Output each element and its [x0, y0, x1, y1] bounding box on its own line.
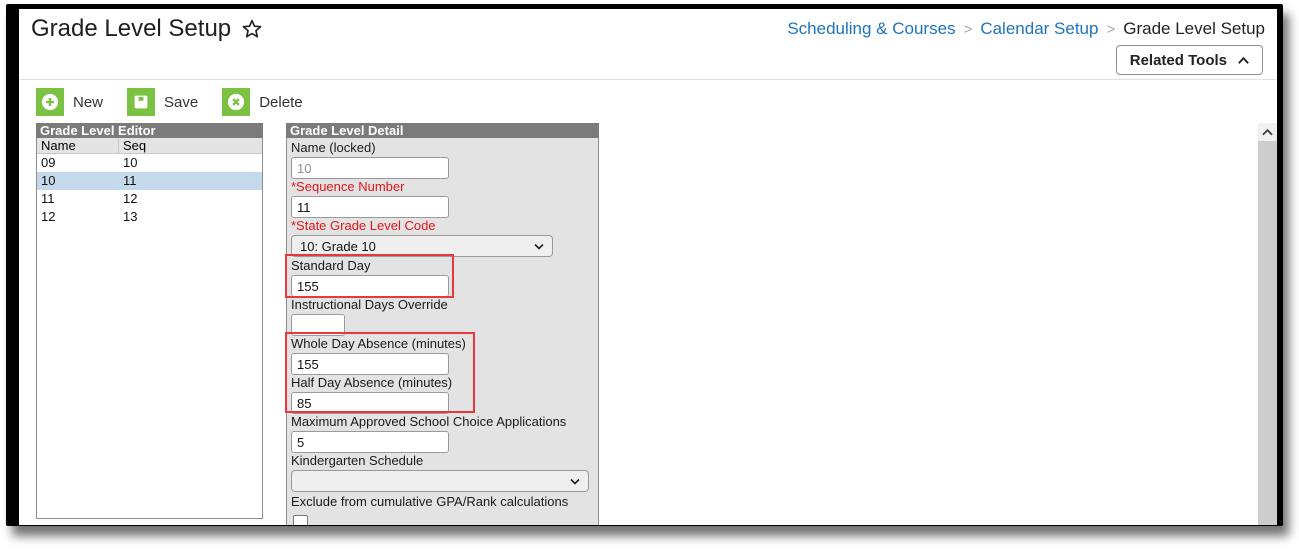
half-day-absence-input[interactable]: [291, 392, 449, 414]
editor-title: Grade Level Editor: [36, 123, 263, 138]
exclude-gpa-label: Exclude from cumulative GPA/Rank calcula…: [291, 494, 569, 509]
cell-name: 09: [41, 155, 56, 170]
chevron-up-icon: [1262, 128, 1273, 136]
sequence-number-label: *Sequence Number: [291, 179, 405, 194]
vertical-scrollbar[interactable]: [1258, 123, 1277, 525]
instructional-days-override-input[interactable]: [291, 314, 345, 336]
chevron-down-icon: [570, 478, 580, 485]
chevron-up-icon: [1238, 56, 1249, 64]
cell-seq: 13: [123, 209, 138, 224]
standard-day-input[interactable]: [291, 275, 449, 297]
cell-name: 10: [41, 173, 56, 188]
page-title: Grade Level Setup: [31, 15, 263, 43]
table-row[interactable]: 12 13: [37, 208, 262, 226]
breadcrumb-separator-icon: >: [1106, 20, 1116, 38]
add-icon: [36, 88, 64, 116]
whole-day-absence-input[interactable]: [291, 353, 449, 375]
save-label: Save: [164, 93, 199, 111]
sequence-number-input[interactable]: [291, 196, 449, 218]
grade-level-editor: Grade Level Editor Name Seq 09 10 10 11 …: [36, 123, 263, 519]
delete-button[interactable]: Delete: [222, 88, 303, 116]
new-label: New: [73, 93, 104, 111]
action-toolbar: New Save Delete: [36, 88, 303, 116]
save-button[interactable]: Save: [127, 88, 198, 116]
max-school-choice-label: Maximum Approved School Choice Applicati…: [291, 414, 567, 429]
exclude-gpa-checkbox[interactable]: [293, 515, 308, 525]
editor-grid-header: Name Seq: [37, 138, 262, 154]
max-school-choice-input[interactable]: [291, 431, 449, 453]
app-screen: Grade Level Setup Scheduling & Courses >…: [19, 9, 1277, 525]
new-button[interactable]: New: [36, 88, 103, 116]
breadcrumb-separator-icon: >: [963, 20, 973, 38]
cell-seq: 12: [123, 191, 138, 206]
instructional-days-override-label: Instructional Days Override: [291, 297, 448, 312]
state-grade-level-code-select[interactable]: 10: Grade 10: [291, 235, 553, 257]
save-disk-icon: [127, 88, 156, 116]
cell-seq: 11: [123, 173, 137, 188]
page-title-text: Grade Level Setup: [31, 15, 232, 42]
cell-name: 11: [41, 191, 55, 206]
grade-level-detail: Grade Level Detail Name (locked) *Sequen…: [286, 123, 599, 525]
table-row[interactable]: 11 12: [37, 190, 262, 208]
table-row-selected[interactable]: 10 11: [37, 172, 262, 190]
delete-x-icon: [222, 88, 251, 116]
chevron-down-icon: [534, 243, 544, 250]
kindergarten-schedule-label: Kindergarten Schedule: [291, 453, 424, 468]
breadcrumb-calendar-setup[interactable]: Calendar Setup: [980, 19, 1098, 39]
screenshot-frame: Grade Level Setup Scheduling & Courses >…: [6, 4, 1283, 526]
name-input[interactable]: [291, 157, 449, 179]
state-grade-level-code-label: *State Grade Level Code: [291, 218, 436, 233]
table-row[interactable]: 09 10: [37, 154, 262, 172]
standard-day-label: Standard Day: [291, 258, 371, 273]
breadcrumb-current: Grade Level Setup: [1123, 19, 1265, 38]
name-label: Name (locked): [291, 140, 376, 155]
favorite-star-icon[interactable]: [241, 18, 263, 40]
breadcrumb: Scheduling & Courses > Calendar Setup > …: [787, 19, 1265, 39]
detail-title: Grade Level Detail: [286, 123, 599, 138]
header-divider: [19, 79, 1277, 80]
related-tools-label: Related Tools: [1129, 51, 1227, 69]
cell-seq: 10: [123, 155, 138, 170]
half-day-absence-label: Half Day Absence (minutes): [291, 375, 453, 390]
scroll-up-button[interactable]: [1258, 123, 1277, 141]
delete-label: Delete: [259, 93, 303, 111]
related-tools-button[interactable]: Related Tools: [1115, 45, 1263, 75]
state-grade-level-code-value: 10: Grade 10: [300, 238, 376, 254]
column-header-name[interactable]: Name: [37, 138, 119, 153]
whole-day-absence-label: Whole Day Absence (minutes): [291, 336, 466, 351]
cell-name: 12: [41, 209, 56, 224]
column-header-seq[interactable]: Seq: [119, 138, 146, 153]
breadcrumb-scheduling-courses[interactable]: Scheduling & Courses: [787, 19, 955, 39]
kindergarten-schedule-select[interactable]: [291, 470, 589, 492]
